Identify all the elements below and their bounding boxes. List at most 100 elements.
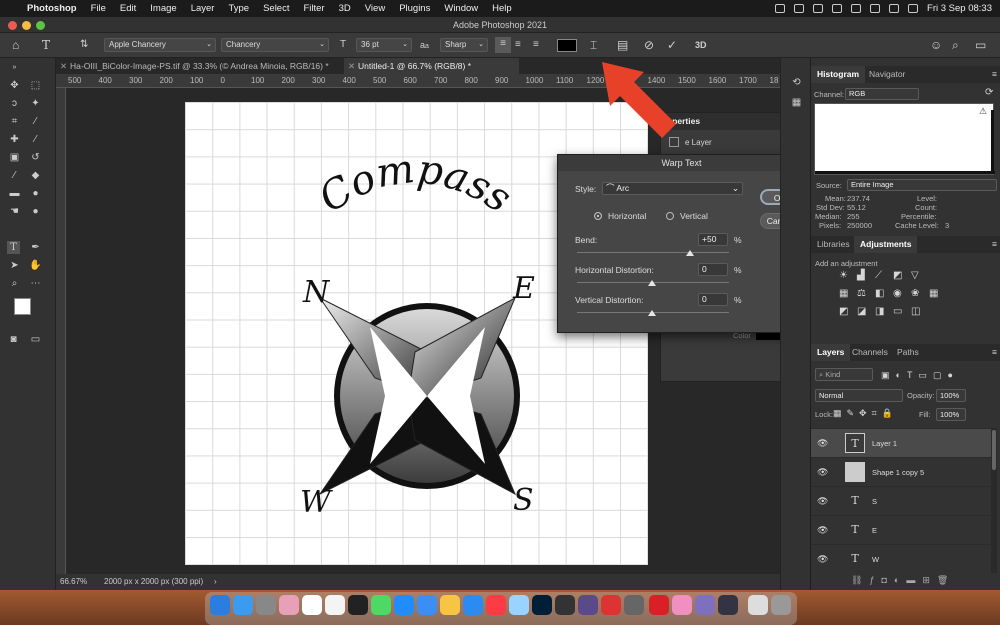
minimize-window-button[interactable] <box>22 21 31 30</box>
type-tool-icon[interactable]: T <box>7 241 20 254</box>
font-family-select[interactable]: Apple Chancery ⌄ <box>104 38 216 52</box>
search-icon[interactable] <box>889 4 900 13</box>
menu-3d[interactable]: 3D <box>332 3 358 14</box>
blur-tool-icon[interactable]: ● <box>29 187 42 200</box>
posterize-icon[interactable]: ◪ <box>857 306 866 317</box>
bluetooth-icon[interactable] <box>832 4 843 13</box>
menu-help[interactable]: Help <box>485 3 519 14</box>
system-preferences-icon[interactable] <box>256 595 276 615</box>
move-tool-icon[interactable]: ✥ <box>8 79 21 92</box>
blend-mode-select[interactable]: Normal <box>815 389 903 402</box>
trash-icon[interactable]: 🗑 <box>937 575 955 585</box>
close-window-button[interactable] <box>8 21 17 30</box>
style-select[interactable]: ⌒ Arc ⌄ <box>602 182 743 195</box>
brightness-icon[interactable]: ☀ <box>839 270 848 281</box>
horizontal-distortion-knob[interactable] <box>648 280 656 286</box>
selective-color-icon[interactable]: ◫ <box>911 306 920 317</box>
exposure-icon[interactable]: ◩ <box>893 270 902 281</box>
tab-histogram[interactable]: Histogram <box>811 66 866 83</box>
utility-app-icon[interactable] <box>624 595 644 615</box>
channel-select[interactable]: RGB <box>845 88 919 100</box>
menu-edit[interactable]: Edit <box>113 3 143 14</box>
vertical-radio[interactable] <box>666 212 674 220</box>
warp-text-icon[interactable]: ⌶ <box>590 38 597 52</box>
music-icon[interactable] <box>486 595 506 615</box>
panel-menu-icon[interactable]: ≡ <box>992 236 997 253</box>
close-tab-icon[interactable]: ✕ <box>60 58 67 74</box>
healing-brush-tool-icon[interactable]: ✚ <box>8 133 21 146</box>
color-balance-icon[interactable]: ⚖ <box>857 288 866 299</box>
collapse-panel-icon[interactable]: » <box>8 61 21 74</box>
levels-icon[interactable]: ▟ <box>857 270 865 281</box>
smudge-tool-icon[interactable]: ☚ <box>8 205 21 218</box>
invert-icon[interactable]: ◩ <box>839 306 848 317</box>
pen-brush-tool-icon[interactable]: ⁄ <box>8 169 21 182</box>
visibility-eye-icon[interactable]: 👁 <box>817 516 828 545</box>
fill-input[interactable]: 100% <box>936 408 966 421</box>
app-icon[interactable] <box>601 595 621 615</box>
menu-select[interactable]: Select <box>256 3 296 14</box>
photos-icon[interactable] <box>440 595 460 615</box>
cloud-icon[interactable] <box>794 4 805 13</box>
layers-scrollbar[interactable] <box>991 428 997 573</box>
night-sky-app-icon[interactable] <box>718 595 738 615</box>
layer-row[interactable]: 👁 Shape 1 copy 5 <box>811 457 991 486</box>
terminal-icon[interactable] <box>348 595 368 615</box>
app-store-icon[interactable] <box>233 595 253 615</box>
download-icon[interactable] <box>813 4 824 13</box>
trash-icon[interactable] <box>771 595 791 615</box>
app-icon[interactable] <box>672 595 692 615</box>
adjustment-icon[interactable]: ◐ <box>894 575 906 585</box>
close-tab-icon[interactable]: ✕ <box>348 58 355 74</box>
text-orientation-icon[interactable]: ⇅ <box>80 38 88 52</box>
preview-icon[interactable] <box>509 595 529 615</box>
app-menu[interactable]: Photoshop <box>20 3 84 14</box>
zoom-tool-icon[interactable]: ⌕ <box>8 277 21 290</box>
link-icon[interactable]: ⛓ <box>851 575 869 585</box>
bend-input[interactable]: +50 <box>698 233 728 246</box>
photoshop-icon[interactable] <box>532 595 552 615</box>
eyedropper-tool-icon[interactable]: ⁄ <box>29 115 42 128</box>
new-layer-icon[interactable]: ⊞ <box>922 575 937 585</box>
stamp-tool-icon[interactable]: ▣ <box>8 151 21 164</box>
visibility-eye-icon[interactable]: 👁 <box>817 487 828 516</box>
marquee-tool-icon[interactable]: ⬚ <box>29 79 42 92</box>
history-panel-icon[interactable]: ⟲ <box>790 76 803 89</box>
zoom-level[interactable]: 66.67% <box>60 574 87 590</box>
properties-panel-icon[interactable]: ▦ <box>790 96 803 109</box>
layer-filter-select[interactable]: ⌕ Kind <box>815 368 873 381</box>
foreground-color-swatch[interactable] <box>14 298 31 315</box>
visibility-eye-icon[interactable]: 👁 <box>817 429 828 458</box>
crop-tool-icon[interactable]: ⌗ <box>8 115 21 128</box>
user-icon[interactable]: ☺ <box>930 38 942 52</box>
home-icon[interactable]: ⌂ <box>12 38 19 52</box>
horizontal-distortion-input[interactable]: 0 <box>698 263 728 276</box>
menu-layer[interactable]: Layer <box>184 3 222 14</box>
gradient-tool-icon[interactable]: ▬ <box>8 187 21 200</box>
tab-adjustments[interactable]: Adjustments <box>854 236 918 253</box>
cancel-edits-icon[interactable]: ⊘ <box>644 38 654 52</box>
curves-icon[interactable]: ⟋ <box>875 270 882 281</box>
layer-row[interactable]: 👁 T W <box>811 544 991 573</box>
lock-icons[interactable]: ▦✎✥⌗🔒 <box>833 408 898 419</box>
tab-libraries[interactable]: Libraries <box>811 236 856 253</box>
align-left-icon[interactable]: ≡ <box>495 37 511 53</box>
menu-plugins[interactable]: Plugins <box>392 3 437 14</box>
fx-icon[interactable]: ƒ <box>869 575 881 585</box>
battery-icon[interactable] <box>851 4 862 13</box>
panel-menu-icon[interactable]: ≡ <box>992 66 997 83</box>
layer-filter-icons[interactable]: ▣◐T▭▢● <box>881 370 959 381</box>
app-icon[interactable] <box>695 595 715 615</box>
vertical-distortion-knob[interactable] <box>648 310 656 316</box>
creative-cloud-icon[interactable] <box>775 4 786 13</box>
layers-scrollbar-thumb[interactable] <box>992 430 996 470</box>
tab-navigator[interactable]: Navigator <box>863 66 911 83</box>
tab-layers[interactable]: Layers <box>811 344 851 361</box>
menu-image[interactable]: Image <box>143 3 183 14</box>
black-white-icon[interactable]: ◧ <box>875 288 884 299</box>
menu-file[interactable]: File <box>84 3 113 14</box>
hue-saturation-icon[interactable]: ▦ <box>839 288 848 299</box>
threshold-icon[interactable]: ◨ <box>875 306 884 317</box>
antialias-select[interactable]: Sharp ⌄ <box>440 38 488 52</box>
tab-channels[interactable]: Channels <box>846 344 894 361</box>
